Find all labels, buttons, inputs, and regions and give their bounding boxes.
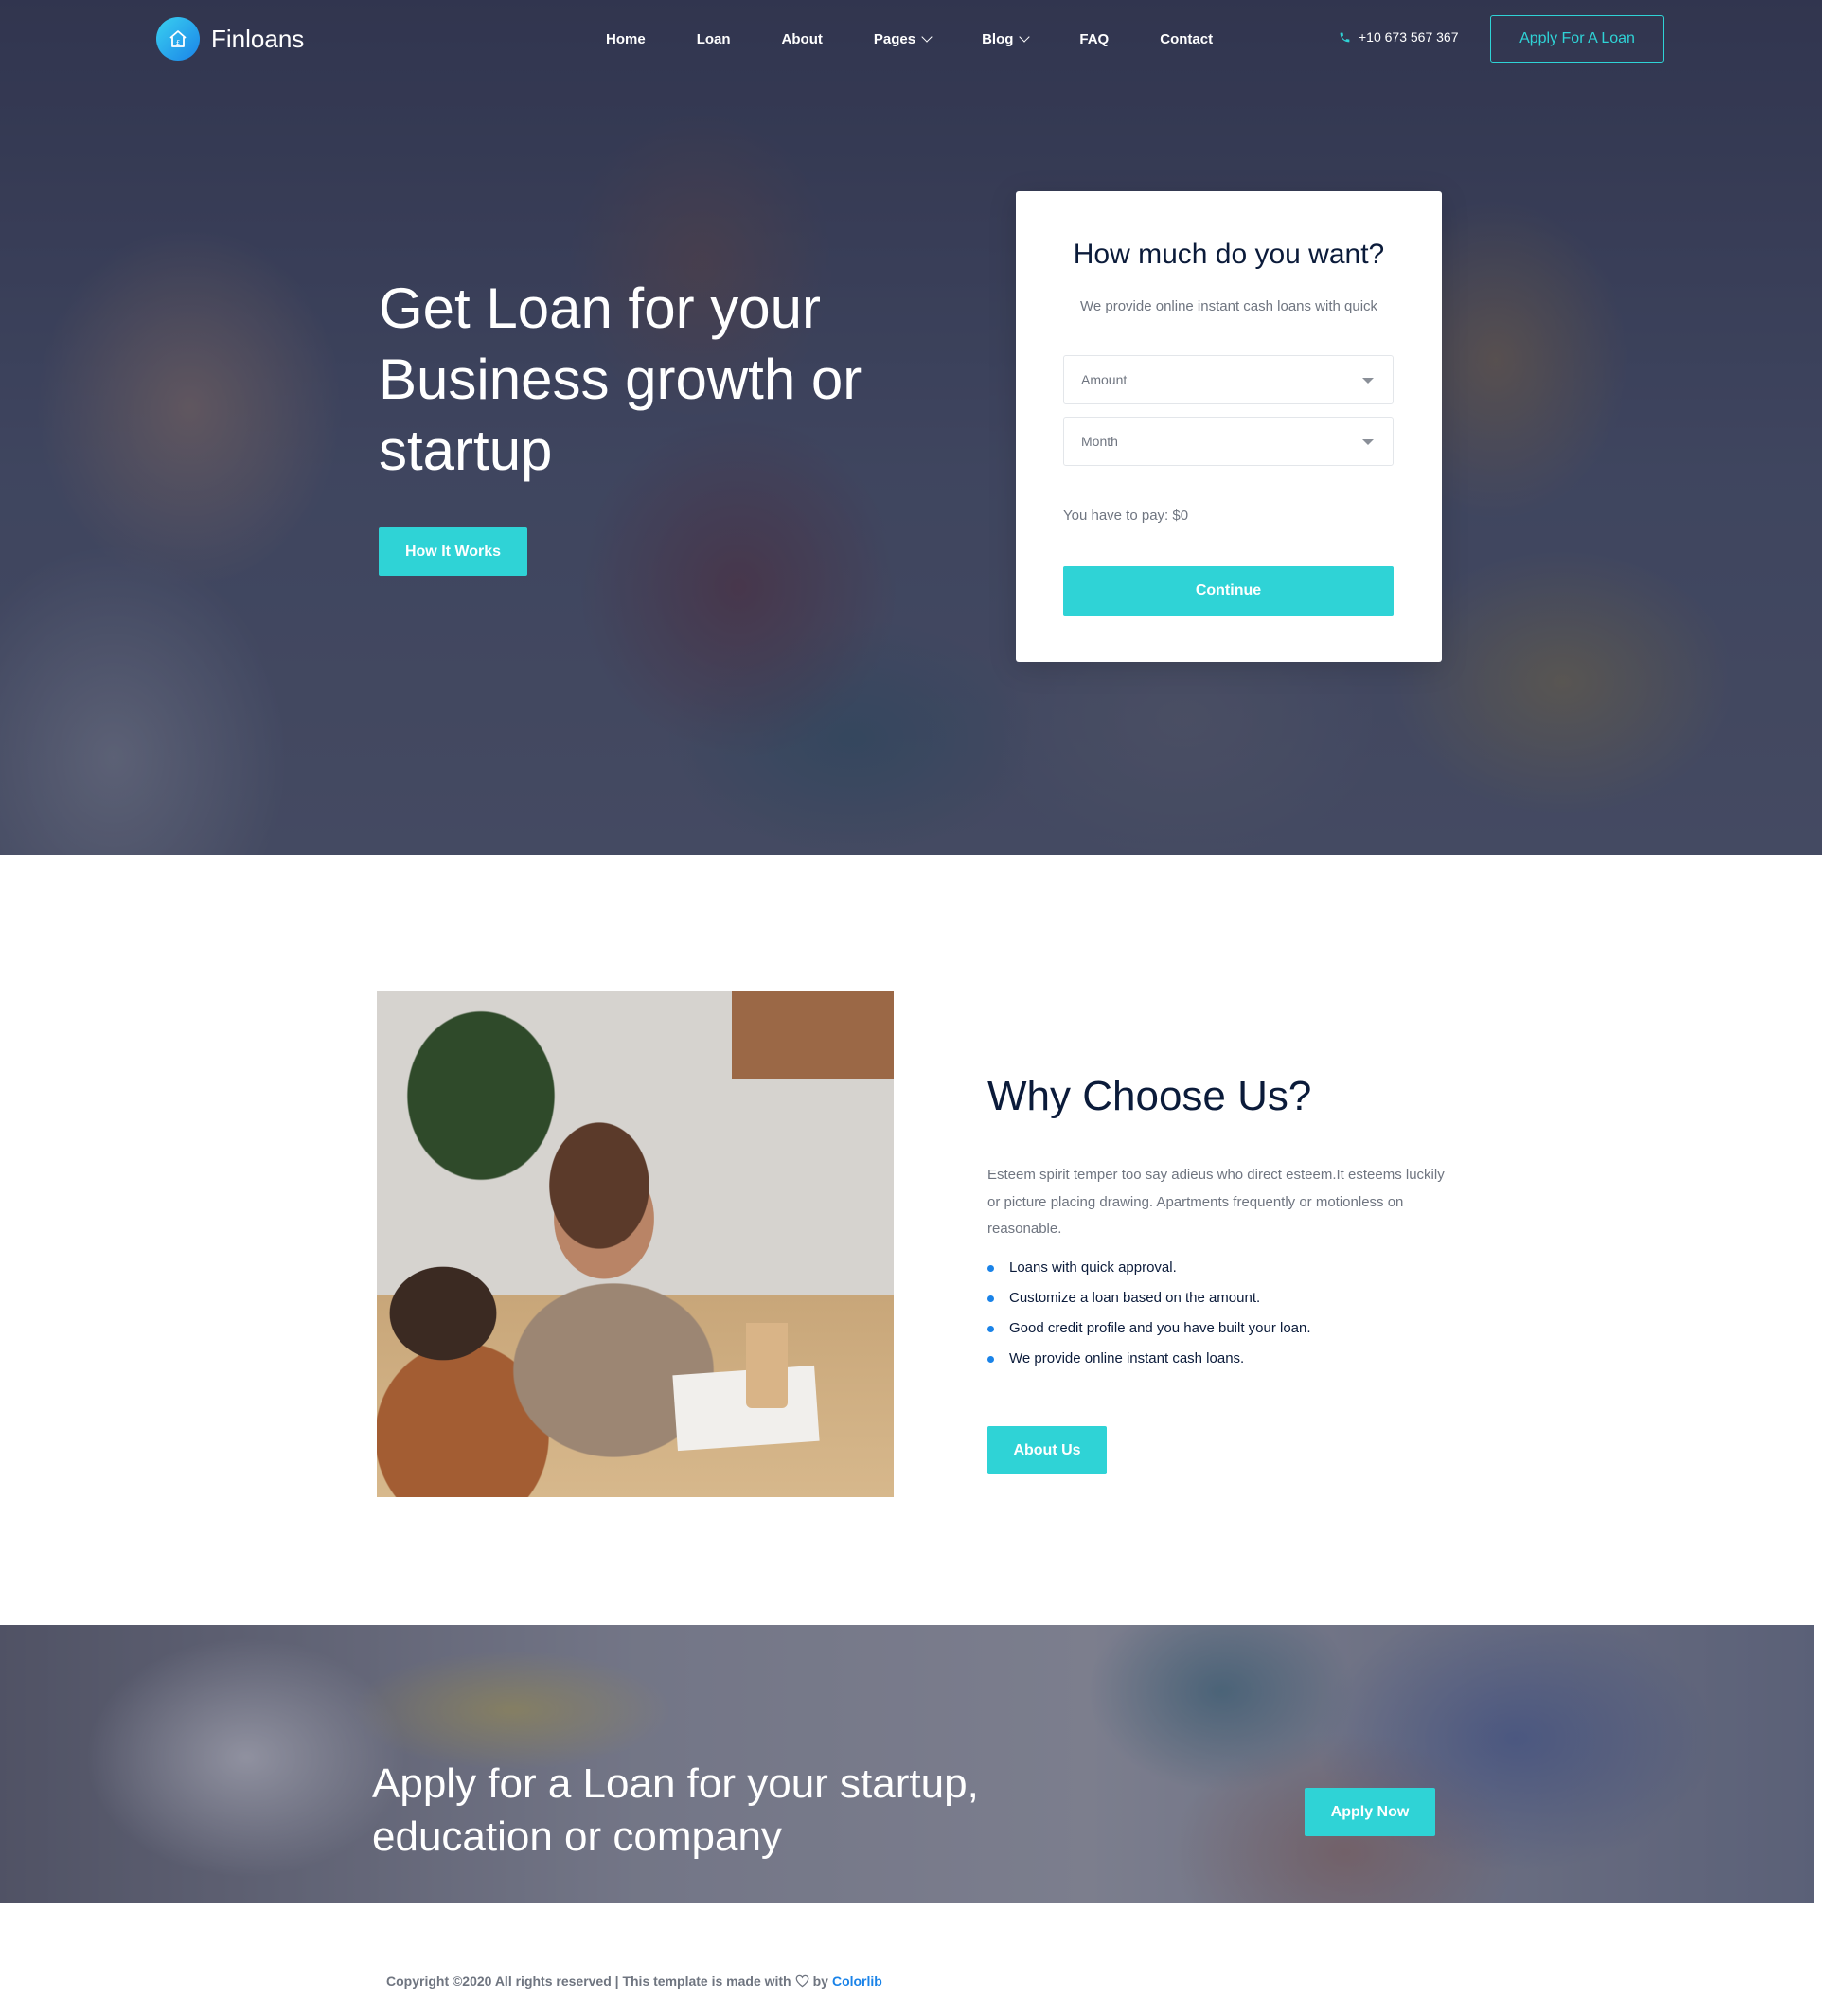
apply-cta-banner: Apply for a Loan for your startup, educa… bbox=[0, 1625, 1814, 1903]
heart-icon bbox=[795, 1974, 808, 1988]
nav-item-contact[interactable]: Contact bbox=[1160, 28, 1213, 49]
chevron-down-icon bbox=[1019, 30, 1031, 43]
nav-item-faq[interactable]: FAQ bbox=[1079, 28, 1109, 49]
list-item: Good credit profile and you have built y… bbox=[987, 1315, 1311, 1346]
logo[interactable]: £ Finloans bbox=[156, 17, 304, 61]
why-choose-text: Esteem spirit temper too say adieus who … bbox=[987, 1167, 1445, 1237]
why-choose-title: Why Choose Us? bbox=[987, 1073, 1312, 1119]
loan-form-subtitle: We provide online instant cash loans wit… bbox=[1079, 298, 1378, 314]
month-select[interactable]: Month bbox=[1063, 417, 1394, 466]
nav-item-about[interactable]: About bbox=[782, 28, 823, 49]
bullet-icon bbox=[987, 1295, 994, 1302]
loan-form-title: How much do you want? bbox=[1073, 239, 1385, 270]
hero-title: Get Loan for your Business growth or sta… bbox=[379, 277, 862, 482]
list-item: Loans with quick approval. bbox=[987, 1255, 1311, 1285]
bullet-icon bbox=[987, 1326, 994, 1332]
footer-copyright: Copyright ©2020 All rights reserved | Th… bbox=[386, 1973, 882, 1989]
phone-icon bbox=[1340, 32, 1350, 42]
nav-item-loan[interactable]: Loan bbox=[697, 28, 731, 49]
hero-section: £ Finloans Home Loan About Pages Blog FA… bbox=[0, 0, 1822, 855]
bullet-icon bbox=[987, 1265, 994, 1272]
loan-calculator-card: How much do you want? We provide online … bbox=[1016, 191, 1442, 662]
nav-item-home[interactable]: Home bbox=[606, 28, 646, 49]
continue-button[interactable]: Continue bbox=[1063, 566, 1394, 616]
list-item: We provide online instant cash loans. bbox=[987, 1346, 1311, 1376]
brand-name: Finloans bbox=[211, 24, 305, 53]
chevron-down-icon bbox=[921, 30, 933, 43]
how-it-works-button[interactable]: How It Works bbox=[379, 527, 527, 576]
bullet-icon bbox=[987, 1356, 994, 1363]
caret-down-icon bbox=[1362, 439, 1374, 445]
house-icon: £ bbox=[156, 17, 200, 61]
list-item: Customize a loan based on the amount. bbox=[987, 1285, 1311, 1315]
main-nav: Home Loan About Pages Blog FAQ Contact bbox=[606, 28, 1213, 49]
about-us-button[interactable]: About Us bbox=[987, 1426, 1107, 1474]
apply-for-loan-button[interactable]: Apply For A Loan bbox=[1490, 15, 1664, 62]
nav-item-pages[interactable]: Pages bbox=[874, 28, 933, 49]
apply-now-button[interactable]: Apply Now bbox=[1305, 1788, 1435, 1836]
team-meeting-photo bbox=[377, 991, 894, 1497]
phone-number[interactable]: +10 673 567 367 bbox=[1339, 29, 1459, 45]
pay-amount-text: You have to pay: $0 bbox=[1063, 508, 1189, 524]
nav-item-blog[interactable]: Blog bbox=[982, 28, 1031, 49]
why-choose-list: Loans with quick approval. Customize a l… bbox=[987, 1255, 1311, 1376]
colorlib-link[interactable]: Colorlib bbox=[832, 1973, 882, 1989]
cta-title: Apply for a Loan for your startup, educa… bbox=[372, 1760, 979, 1860]
caret-down-icon bbox=[1362, 378, 1374, 384]
amount-select[interactable]: Amount bbox=[1063, 355, 1394, 404]
svg-text:£: £ bbox=[176, 39, 180, 46]
